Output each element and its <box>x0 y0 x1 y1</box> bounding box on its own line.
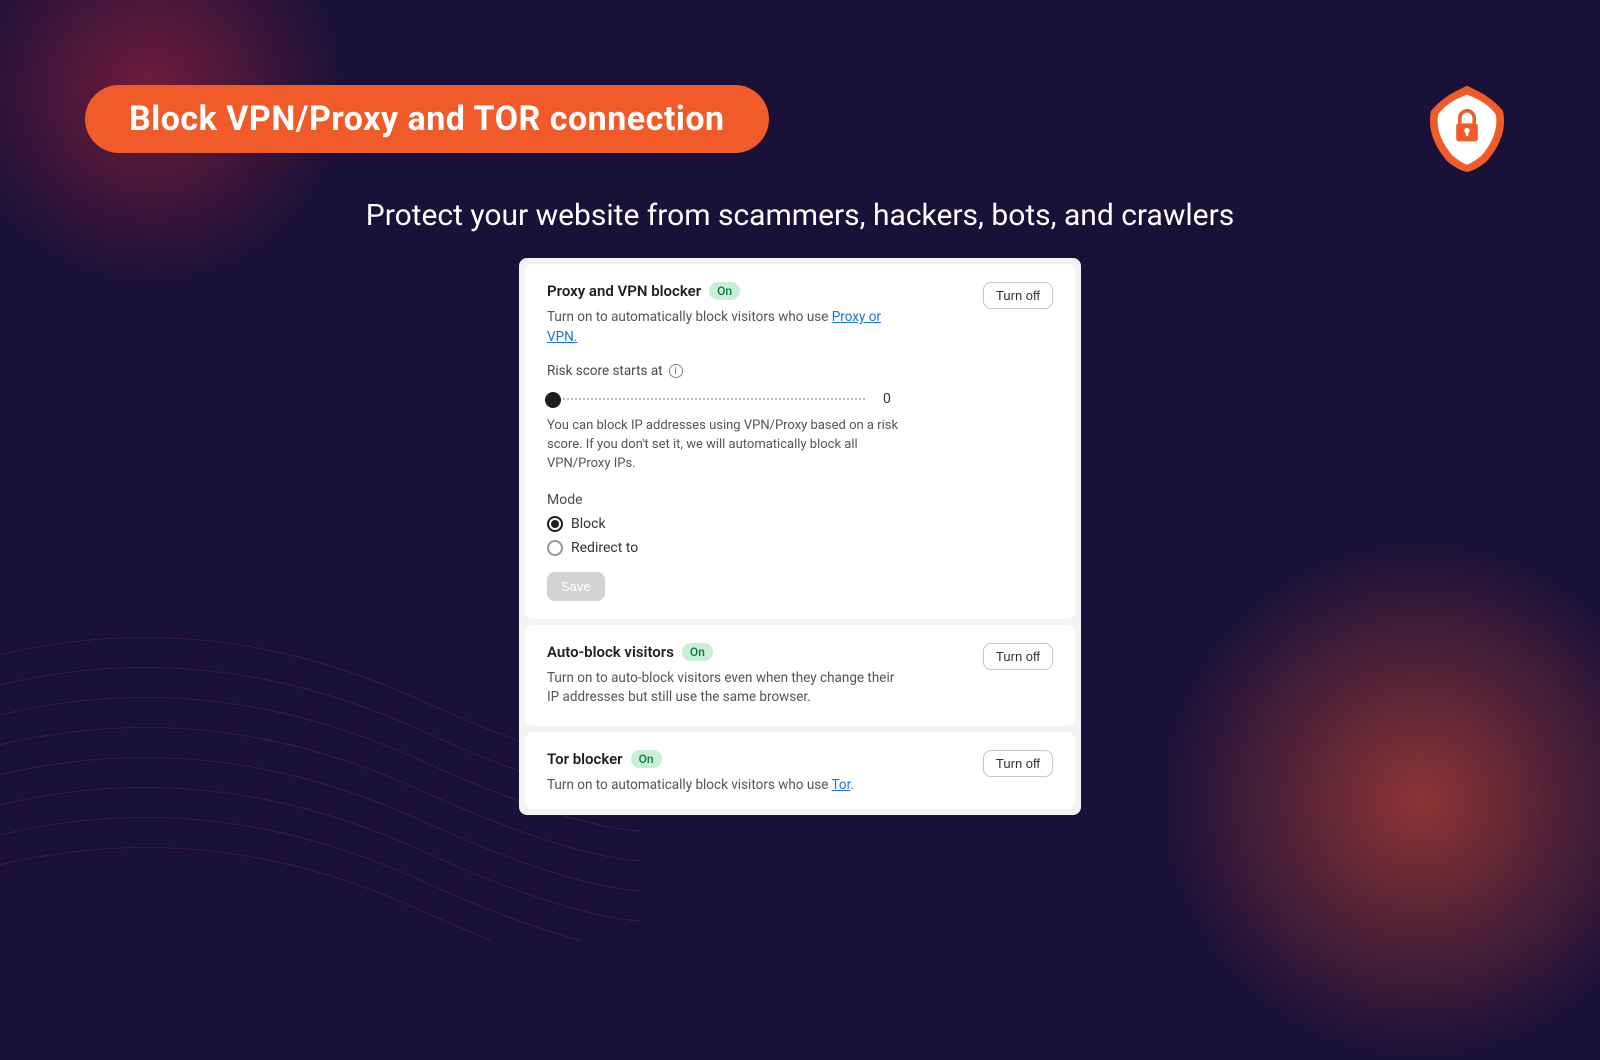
turn-off-button[interactable]: Turn off <box>983 750 1053 777</box>
page-subtitle: Protect your website from scammers, hack… <box>0 198 1600 233</box>
autoblock-card: Auto-block visitors On Turn on to auto-b… <box>525 625 1075 726</box>
autoblock-card-description: Turn on to auto-block visitors even when… <box>547 669 907 708</box>
risk-score-label: Risk score starts at i <box>547 363 1053 379</box>
risk-score-help-text: You can block IP addresses using VPN/Pro… <box>547 417 907 474</box>
info-icon[interactable]: i <box>669 364 683 378</box>
risk-score-value: 0 <box>883 391 891 407</box>
mode-radio-redirect[interactable]: Redirect to <box>547 540 1053 556</box>
radio-icon <box>547 516 563 532</box>
tor-card-description: Turn on to automatically block visitors … <box>547 776 907 796</box>
proxy-desc-prefix: Turn on to automatically block visitors … <box>547 309 832 325</box>
tor-card: Tor blocker On Turn on to automatically … <box>525 732 1075 810</box>
tor-card-title: Tor blocker <box>547 750 623 768</box>
autoblock-card-title: Auto-block visitors <box>547 643 674 661</box>
mode-radio-group: Block Redirect to <box>547 516 1053 556</box>
slider-thumb[interactable] <box>545 392 561 408</box>
proxy-card-description: Turn on to automatically block visitors … <box>547 308 907 347</box>
tor-link[interactable]: Tor <box>832 777 851 793</box>
save-button[interactable]: Save <box>547 572 605 601</box>
settings-panel: Proxy and VPN blocker On Turn on to auto… <box>519 258 1081 815</box>
status-badge-on: On <box>709 282 740 300</box>
tor-desc-suffix: . <box>850 777 854 793</box>
turn-off-button[interactable]: Turn off <box>983 643 1053 670</box>
tor-desc-prefix: Turn on to automatically block visitors … <box>547 777 832 793</box>
mode-radio-block[interactable]: Block <box>547 516 1053 532</box>
mode-label: Mode <box>547 492 1053 508</box>
mode-block-label: Block <box>571 516 606 532</box>
bg-glow-bottom-right <box>1160 540 1600 1060</box>
risk-score-label-text: Risk score starts at <box>547 363 663 379</box>
status-badge-on: On <box>682 643 713 661</box>
shield-lock-icon <box>1422 82 1512 172</box>
proxy-vpn-card: Proxy and VPN blocker On Turn on to auto… <box>525 264 1075 619</box>
status-badge-on: On <box>631 750 662 768</box>
turn-off-button[interactable]: Turn off <box>983 282 1053 309</box>
page-title: Block VPN/Proxy and TOR connection <box>129 99 725 139</box>
radio-icon <box>547 540 563 556</box>
risk-score-slider[interactable] <box>547 398 865 400</box>
mode-redirect-label: Redirect to <box>571 540 638 556</box>
page-title-badge: Block VPN/Proxy and TOR connection <box>85 85 769 153</box>
proxy-card-title: Proxy and VPN blocker <box>547 282 701 300</box>
